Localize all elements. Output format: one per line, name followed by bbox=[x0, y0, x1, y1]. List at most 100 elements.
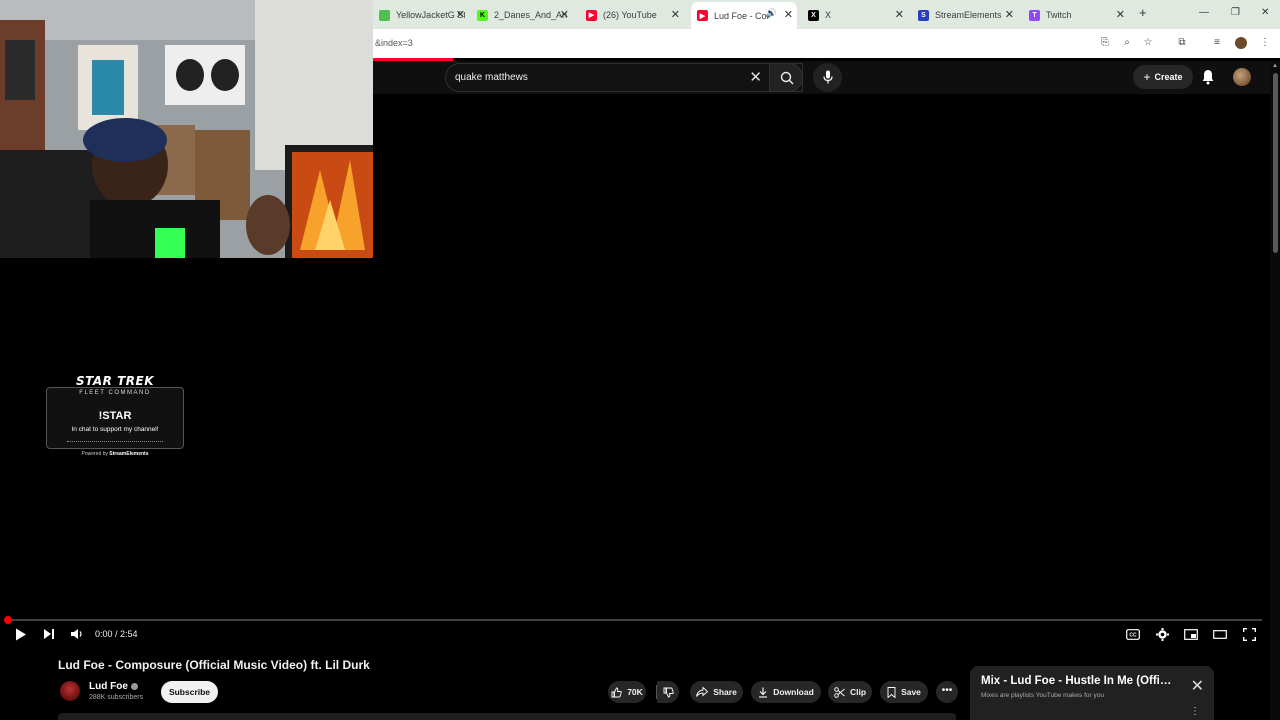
download-button[interactable]: Download bbox=[751, 681, 821, 703]
search-icon bbox=[780, 71, 794, 85]
new-tab-icon[interactable]: + bbox=[1139, 5, 1147, 20]
close-icon[interactable]: ✕ bbox=[1116, 8, 1125, 21]
captions-icon: CC bbox=[1126, 628, 1140, 640]
webcam-feed bbox=[0, 0, 373, 258]
mix-title[interactable]: Mix - Lud Foe - Hustle In Me (Official M… bbox=[981, 675, 1176, 687]
overlay-divider bbox=[67, 441, 163, 442]
volume-button[interactable] bbox=[68, 626, 86, 642]
close-icon[interactable]: ✕ bbox=[1191, 676, 1204, 696]
tab-yellowjacket[interactable]: YellowJacketG Str ✕ bbox=[379, 5, 465, 25]
download-label: Download bbox=[773, 687, 814, 697]
description-box-edge bbox=[58, 713, 956, 720]
address-bar[interactable]: &index=3 bbox=[375, 38, 413, 48]
powered-brand: StreamElements bbox=[109, 451, 149, 457]
subscriber-count: 288K subscribers bbox=[89, 694, 144, 701]
scroll-up-arrow-icon[interactable]: ▲ bbox=[1272, 63, 1278, 69]
tab-lud-foe-active[interactable]: ▶ Lud Foe - Con 🔊 ✕ bbox=[691, 2, 797, 29]
streamelements-overlay-widget: STAR TREK FLEET COMMAND !STAR In chat to… bbox=[46, 374, 184, 460]
channel-name[interactable]: Lud Foe bbox=[89, 681, 138, 692]
overlay-box: FLEET COMMAND !STAR In chat to support m… bbox=[46, 387, 184, 449]
close-icon[interactable]: ✕ bbox=[1005, 8, 1014, 21]
search-input[interactable]: quake matthews ✕ bbox=[445, 63, 803, 92]
video-title: Lud Foe - Composure (Official Music Vide… bbox=[58, 658, 370, 672]
more-actions-button[interactable]: ••• bbox=[936, 681, 958, 703]
browser-tab-strip: YellowJacketG Str ✕ K 2_Danes_And_An ✕ ▶… bbox=[373, 0, 1280, 29]
powered-by-label: Powered by StreamElements bbox=[46, 451, 184, 457]
close-icon[interactable]: ✕ bbox=[560, 8, 569, 21]
create-button[interactable]: + Create bbox=[1133, 65, 1193, 89]
next-button[interactable] bbox=[40, 626, 58, 642]
channel-avatar[interactable] bbox=[60, 681, 80, 701]
like-count: 70K bbox=[627, 687, 643, 697]
play-button[interactable] bbox=[12, 626, 30, 642]
close-icon[interactable]: ✕ bbox=[895, 8, 904, 21]
page-scrollbar[interactable]: ▲ bbox=[1270, 61, 1280, 720]
mix-playlist-panel[interactable]: Mix - Lud Foe - Hustle In Me (Official M… bbox=[970, 666, 1214, 720]
close-icon[interactable]: ✕ bbox=[784, 8, 793, 21]
close-icon[interactable]: ✕ bbox=[671, 8, 680, 21]
browser-profile-avatar[interactable] bbox=[1235, 37, 1247, 49]
speaker-icon[interactable]: 🔊 bbox=[766, 8, 777, 19]
captions-button[interactable]: CC bbox=[1124, 626, 1142, 642]
browser-menu-icon[interactable]: ⋮ bbox=[1259, 37, 1271, 49]
create-label: Create bbox=[1154, 72, 1183, 82]
miniplayer-button[interactable] bbox=[1182, 626, 1200, 642]
tab-x[interactable]: X X ✕ bbox=[808, 5, 904, 25]
search-query[interactable]: quake matthews bbox=[455, 72, 528, 83]
tab-label: X bbox=[825, 10, 832, 20]
mix-subtitle: Mixes are playlists YouTube makes for yo… bbox=[981, 692, 1104, 699]
twitch-icon: T bbox=[1029, 9, 1040, 21]
close-icon[interactable]: ✕ bbox=[456, 8, 465, 21]
download-icon bbox=[759, 687, 768, 698]
time-display: 0:00 / 2:54 bbox=[95, 629, 138, 639]
zoom-icon[interactable]: ⌕ bbox=[1121, 37, 1133, 49]
next-icon bbox=[44, 629, 54, 639]
more-vertical-icon[interactable]: ⋮ bbox=[1190, 706, 1200, 717]
bookmark-icon bbox=[887, 686, 896, 698]
window-close-icon[interactable]: ✕ bbox=[1261, 7, 1269, 18]
tab-kick[interactable]: K 2_Danes_And_An ✕ bbox=[477, 5, 569, 25]
scrollbar-thumb[interactable] bbox=[1273, 73, 1278, 253]
clear-search-icon[interactable]: ✕ bbox=[749, 68, 762, 86]
tab-label: Lud Foe - Con bbox=[714, 10, 768, 21]
voice-search-button[interactable] bbox=[813, 63, 842, 92]
restore-icon[interactable]: ❐ bbox=[1231, 7, 1240, 18]
notifications-bell-icon[interactable] bbox=[1201, 69, 1215, 85]
install-app-icon[interactable]: ⎘ bbox=[1099, 37, 1111, 49]
scrubber-handle[interactable] bbox=[4, 616, 12, 624]
video-progress-bar[interactable] bbox=[4, 616, 1262, 624]
star-trek-logo: STAR TREK bbox=[75, 374, 155, 388]
clip-button[interactable]: Clip bbox=[828, 681, 872, 703]
tab-twitch[interactable]: T Twitch ✕ bbox=[1029, 5, 1125, 25]
channel-name-text: Lud Foe bbox=[89, 681, 128, 692]
thumbs-down-icon bbox=[663, 687, 674, 697]
tab-streamelements[interactable]: S StreamElements ✕ bbox=[918, 5, 1014, 25]
dislike-button[interactable] bbox=[657, 681, 679, 703]
bookmark-star-icon[interactable]: ☆ bbox=[1142, 37, 1154, 49]
tab-youtube-home[interactable]: ▶ (26) YouTube ✕ bbox=[586, 5, 680, 25]
kick-icon: K bbox=[477, 9, 488, 21]
tab-label: Twitch bbox=[1046, 10, 1072, 20]
account-avatar[interactable] bbox=[1233, 68, 1251, 86]
like-button[interactable]: 70K bbox=[608, 681, 646, 703]
extensions-icon[interactable]: ⧉ bbox=[1176, 37, 1188, 49]
share-button[interactable]: Share bbox=[690, 681, 743, 703]
theater-icon bbox=[1213, 629, 1227, 639]
clip-label: Clip bbox=[849, 687, 867, 697]
settings-button[interactable] bbox=[1153, 626, 1171, 642]
star-trek-logo-sub: FLEET COMMAND bbox=[79, 390, 151, 396]
scissors-icon bbox=[834, 686, 845, 698]
share-icon bbox=[696, 687, 709, 697]
subscribe-button[interactable]: Subscribe bbox=[161, 681, 218, 703]
save-button[interactable]: Save bbox=[880, 681, 928, 703]
verified-icon bbox=[130, 682, 138, 690]
screen: YellowJacketG Str ✕ K 2_Danes_And_An ✕ ▶… bbox=[0, 0, 1280, 720]
minimize-icon[interactable]: — bbox=[1199, 7, 1209, 18]
more-horizontal-icon: ••• bbox=[941, 685, 953, 696]
theater-mode-button[interactable] bbox=[1211, 626, 1229, 642]
fullscreen-button[interactable] bbox=[1240, 626, 1258, 642]
overlay-command: !STAR bbox=[98, 410, 132, 422]
gear-icon bbox=[1155, 627, 1169, 641]
media-controls-icon[interactable]: ≡ bbox=[1211, 37, 1223, 49]
search-button[interactable] bbox=[769, 63, 803, 92]
